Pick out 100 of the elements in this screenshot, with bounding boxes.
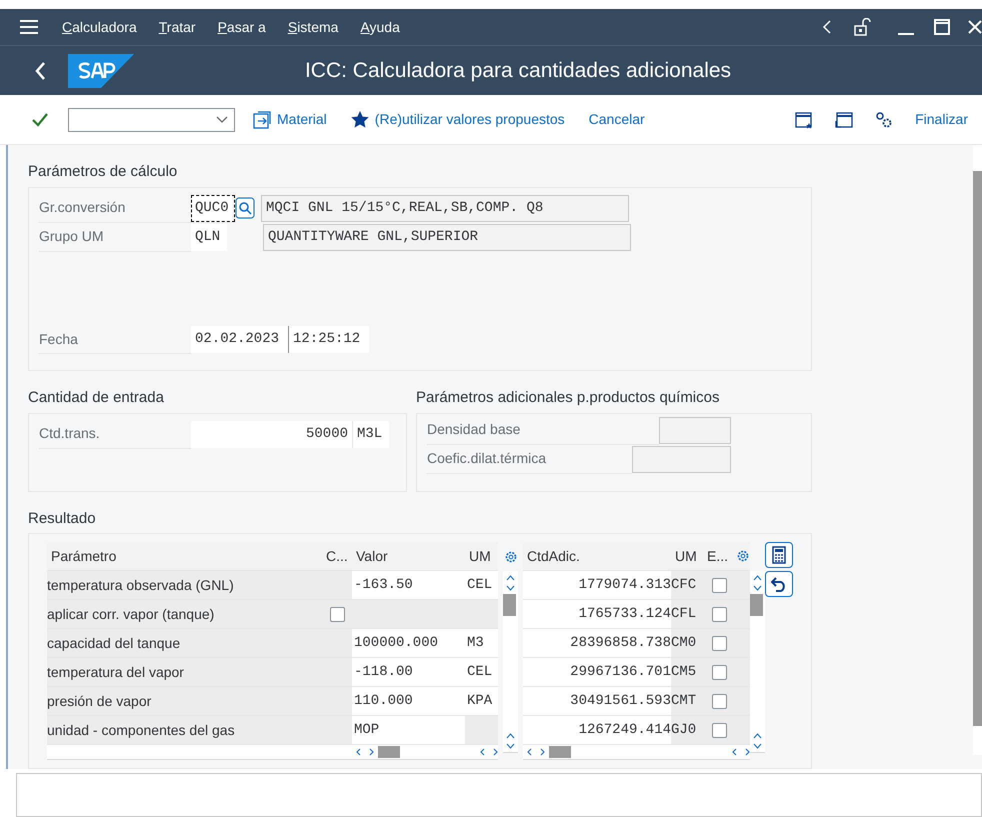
column-header[interactable]: Valor	[352, 542, 465, 571]
section-title: Resultado	[28, 508, 97, 528]
scroll-left-right-icon[interactable]	[480, 748, 498, 756]
calculator-button[interactable]	[765, 542, 793, 568]
description-field: MQCI GNL 15/15°C,REAL,SB,COMP. Q8	[261, 194, 629, 222]
window-icon[interactable]	[835, 110, 854, 128]
table-cell: aplicar corr. vapor (tanque)	[47, 600, 322, 629]
scroll-left-right-icon[interactable]	[527, 748, 545, 756]
scroll-thumb[interactable]	[378, 746, 400, 758]
logo-icon	[68, 54, 134, 88]
export-icon	[253, 110, 271, 128]
scroll-up-icon[interactable]	[506, 733, 515, 739]
table-cell: 1765733.124	[523, 600, 671, 629]
checkbox[interactable]	[712, 664, 727, 680]
column-header[interactable]: E...	[703, 542, 736, 571]
column-header[interactable]: UM	[465, 542, 498, 571]
checkbox[interactable]	[712, 636, 727, 650]
table-cell: CM0	[671, 629, 703, 658]
scroll-left-right-icon[interactable]	[732, 748, 750, 756]
section-title: Parámetros adicionales p.productos químicos	[416, 388, 720, 408]
scrollbar[interactable]	[750, 571, 765, 753]
section-title: Cantidad de entrada	[28, 388, 165, 408]
page-title: ICC: Calculadora para cantidades adicionales	[304, 58, 732, 84]
table-cell: 30491561.593	[523, 687, 671, 716]
toolbar-button[interactable]: Material	[253, 109, 327, 130]
table-cell: M3	[465, 629, 498, 658]
table-cell: capacidad del tanque	[47, 629, 322, 658]
toolbar-button[interactable]: (Re)utilizar valores propuestos	[350, 109, 565, 130]
scroll-down-icon[interactable]	[506, 585, 515, 591]
scroll-up-icon[interactable]	[506, 575, 515, 581]
scroll-down-icon[interactable]	[753, 585, 762, 591]
table-cell	[322, 687, 352, 716]
back-icon[interactable]	[34, 60, 46, 80]
table-cell: -163.50	[352, 571, 465, 600]
value-help-icon[interactable]	[235, 197, 255, 219]
toolbar-link[interactable]: Cancelar	[588, 109, 645, 130]
checkmark-icon[interactable]	[32, 112, 48, 126]
undo-icon	[771, 576, 787, 592]
table-cell: 1779074.313	[523, 571, 671, 600]
column-header[interactable]: UM	[671, 542, 703, 571]
table-cell: CFL	[671, 600, 703, 629]
table-cell	[322, 658, 352, 687]
table-cell: CEL	[465, 658, 498, 687]
menu-item[interactable]: Tratar	[158, 16, 196, 38]
checkbox[interactable]	[712, 578, 727, 592]
unlock-icon[interactable]	[854, 18, 872, 36]
scroll-down-icon[interactable]	[506, 743, 515, 749]
menu-item[interactable]: Sistema	[288, 16, 338, 38]
scrollbar[interactable]	[503, 571, 518, 753]
date-field[interactable]: 02.02.2023	[191, 326, 289, 353]
scrollbar[interactable]	[465, 745, 498, 759]
menu-item[interactable]: Calculadora	[62, 16, 137, 38]
checkbox[interactable]	[712, 694, 727, 708]
settings-icon[interactable]	[504, 550, 518, 564]
gears-icon[interactable]	[875, 110, 894, 128]
table-cell: 100000.000	[352, 629, 465, 658]
undo-button[interactable]	[765, 571, 793, 597]
input-field[interactable]: 50000	[191, 420, 353, 448]
settings-icon[interactable]	[736, 549, 750, 563]
input-field[interactable]: QUC0	[191, 194, 235, 222]
table-cell: GJ0	[671, 716, 703, 745]
unit-field[interactable]: M3L	[353, 420, 389, 448]
column-header[interactable]: C...	[322, 542, 352, 571]
table-cell: -118.00	[352, 658, 465, 687]
column-header[interactable]: CtdAdic.	[523, 542, 671, 571]
scroll-thumb[interactable]	[503, 594, 516, 616]
calculator-icon	[772, 546, 786, 564]
close-icon[interactable]	[968, 20, 982, 34]
scroll-down-icon[interactable]	[753, 743, 762, 749]
menu-icon[interactable]	[20, 20, 38, 34]
table-cell: 28396858.738	[523, 629, 671, 658]
table-cell: CM5	[671, 658, 703, 687]
table-cell: CFC	[671, 571, 703, 600]
command-field[interactable]	[68, 108, 235, 132]
checkbox[interactable]	[330, 606, 344, 622]
checkbox[interactable]	[712, 606, 727, 622]
table-cell: KPA	[465, 687, 498, 716]
scroll-up-icon[interactable]	[753, 733, 762, 739]
star-icon	[350, 111, 369, 128]
table-cell	[465, 600, 498, 629]
scroll-up-icon[interactable]	[753, 575, 762, 581]
column-header[interactable]: Parámetro	[47, 542, 322, 571]
scroll-left-right-icon[interactable]	[356, 748, 374, 756]
checkbox[interactable]	[712, 722, 727, 738]
back-icon[interactable]	[822, 20, 832, 34]
menu-item[interactable]: Pasar a	[218, 16, 266, 38]
menu-item[interactable]: Ayuda	[360, 16, 400, 38]
scrollbar[interactable]	[703, 745, 750, 759]
scroll-thumb[interactable]	[750, 594, 763, 616]
scroll-thumb[interactable]	[549, 746, 571, 758]
toolbar-link[interactable]: Finalizar	[915, 109, 968, 130]
time-field[interactable]: 12:25:12	[289, 326, 369, 353]
table-cell: temperatura del vapor	[47, 658, 322, 687]
maximize-icon[interactable]	[934, 19, 950, 35]
table-cell: MOP	[352, 716, 465, 745]
column-header[interactable]	[736, 542, 750, 571]
input-field[interactable]: QLN	[191, 224, 227, 250]
scrollbar[interactable]	[523, 745, 703, 759]
field-label: Densidad base	[427, 416, 659, 444]
window-icon[interactable]	[795, 110, 814, 128]
